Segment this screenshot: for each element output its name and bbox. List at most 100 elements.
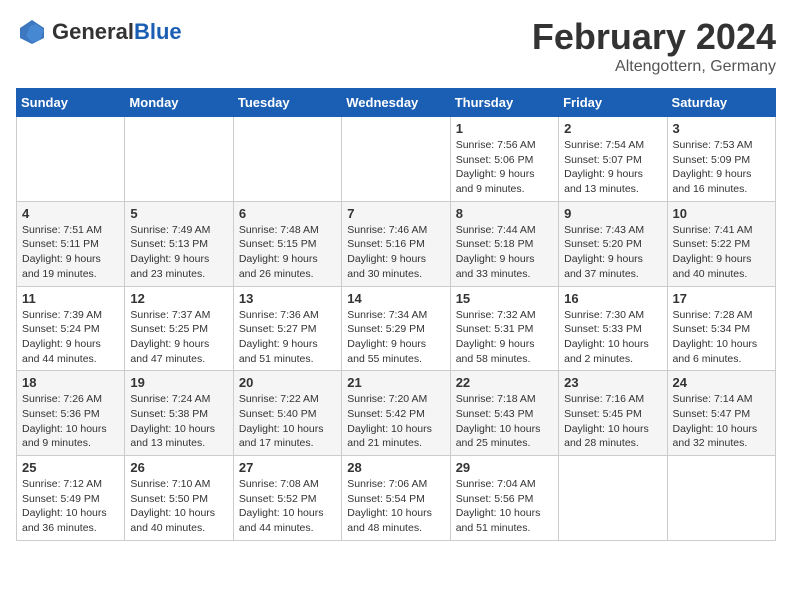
- day-number: 14: [347, 291, 444, 306]
- weekday-header-tuesday: Tuesday: [233, 89, 341, 117]
- day-cell: 16Sunrise: 7:30 AM Sunset: 5:33 PM Dayli…: [559, 286, 667, 371]
- day-cell: 29Sunrise: 7:04 AM Sunset: 5:56 PM Dayli…: [450, 456, 558, 541]
- day-number: 3: [673, 121, 770, 136]
- day-cell: 21 Sunrise: 7:20 AM Sunset: 5:42 PM Dayli…: [342, 371, 450, 456]
- day-number: 1: [456, 121, 553, 136]
- day-info: Sunrise: 7:34 AM Sunset: 5:29 PM Dayligh…: [347, 308, 444, 367]
- day-info: Sunrise: 7:10 AM Sunset: 5:50 PM Dayligh…: [130, 477, 227, 536]
- day-info: Sunrise: 7:12 AM Sunset: 5:49 PM Dayligh…: [22, 477, 119, 536]
- day-number: 9: [564, 206, 661, 221]
- title-block: February 2024 Altengottern, Germany: [532, 16, 776, 76]
- day-cell: 23 Sunrise: 7:16 AM Sunset: 5:45 PM Dayli…: [559, 371, 667, 456]
- day-cell: 17 Sunrise: 7:28 AM Sunset: 5:34 PM Dayli…: [667, 286, 775, 371]
- day-cell: 22 Sunrise: 7:18 AM Sunset: 5:43 PM Dayli…: [450, 371, 558, 456]
- day-info: Sunrise: 7:49 AM Sunset: 5:13 PM Dayligh…: [130, 223, 227, 282]
- day-cell: 5 Sunrise: 7:49 AM Sunset: 5:13 PM Daylig…: [125, 201, 233, 286]
- day-number: 23: [564, 375, 661, 390]
- day-cell: 19Sunrise: 7:24 AM Sunset: 5:38 PM Dayli…: [125, 371, 233, 456]
- month-title: February 2024: [532, 16, 776, 58]
- weekday-header-thursday: Thursday: [450, 89, 558, 117]
- day-cell: 3 Sunrise: 7:53 AM Sunset: 5:09 PM Daylig…: [667, 117, 775, 202]
- day-number: 17: [673, 291, 770, 306]
- day-number: 18: [22, 375, 119, 390]
- day-number: 6: [239, 206, 336, 221]
- day-number: 22: [456, 375, 553, 390]
- day-cell: 11 Sunrise: 7:39 AM Sunset: 5:24 PM Dayli…: [17, 286, 125, 371]
- day-cell: 18 Sunrise: 7:26 AM Sunset: 5:36 PM Dayli…: [17, 371, 125, 456]
- day-cell: 6 Sunrise: 7:48 AM Sunset: 5:15 PM Daylig…: [233, 201, 341, 286]
- day-cell: 8 Sunrise: 7:44 AM Sunset: 5:18 PM Daylig…: [450, 201, 558, 286]
- day-info: Sunrise: 7:18 AM Sunset: 5:43 PM Dayligh…: [456, 392, 553, 451]
- logo: General Blue: [16, 16, 182, 48]
- weekday-header-friday: Friday: [559, 89, 667, 117]
- weekday-header-saturday: Saturday: [667, 89, 775, 117]
- day-cell: [342, 117, 450, 202]
- weekday-header-wednesday: Wednesday: [342, 89, 450, 117]
- day-cell: [233, 117, 341, 202]
- day-number: 2: [564, 121, 661, 136]
- day-info: Sunrise: 7:22 AM Sunset: 5:40 PM Dayligh…: [239, 392, 336, 451]
- weekday-header-sunday: Sunday: [17, 89, 125, 117]
- day-number: 13: [239, 291, 336, 306]
- day-cell: 7 Sunrise: 7:46 AM Sunset: 5:16 PM Daylig…: [342, 201, 450, 286]
- day-cell: 1 Sunrise: 7:56 AM Sunset: 5:06 PM Daylig…: [450, 117, 558, 202]
- day-number: 10: [673, 206, 770, 221]
- week-row-4: 18 Sunrise: 7:26 AM Sunset: 5:36 PM Dayli…: [17, 371, 776, 456]
- day-info: Sunrise: 7:53 AM Sunset: 5:09 PM Dayligh…: [673, 138, 770, 197]
- day-info: Sunrise: 7:30 AM Sunset: 5:33 PM Dayligh…: [564, 308, 661, 367]
- day-info: Sunrise: 7:39 AM Sunset: 5:24 PM Dayligh…: [22, 308, 119, 367]
- day-cell: 26 Sunrise: 7:10 AM Sunset: 5:50 PM Dayli…: [125, 456, 233, 541]
- day-info: Sunrise: 7:26 AM Sunset: 5:36 PM Dayligh…: [22, 392, 119, 451]
- day-number: 11: [22, 291, 119, 306]
- day-info: Sunrise: 7:16 AM Sunset: 5:45 PM Dayligh…: [564, 392, 661, 451]
- day-info: Sunrise: 7:46 AM Sunset: 5:16 PM Dayligh…: [347, 223, 444, 282]
- day-cell: 20 Sunrise: 7:22 AM Sunset: 5:40 PM Dayli…: [233, 371, 341, 456]
- day-cell: 9 Sunrise: 7:43 AM Sunset: 5:20 PM Daylig…: [559, 201, 667, 286]
- weekday-header-row: SundayMondayTuesdayWednesdayThursdayFrid…: [17, 89, 776, 117]
- day-number: 4: [22, 206, 119, 221]
- day-cell: 15Sunrise: 7:32 AM Sunset: 5:31 PM Dayli…: [450, 286, 558, 371]
- day-cell: 24 Sunrise: 7:14 AM Sunset: 5:47 PM Dayli…: [667, 371, 775, 456]
- day-info: Sunrise: 7:43 AM Sunset: 5:20 PM Dayligh…: [564, 223, 661, 282]
- day-cell: [559, 456, 667, 541]
- day-number: 27: [239, 460, 336, 475]
- day-number: 21: [347, 375, 444, 390]
- day-cell: [667, 456, 775, 541]
- logo-icon: [16, 16, 48, 48]
- day-info: Sunrise: 7:28 AM Sunset: 5:34 PM Dayligh…: [673, 308, 770, 367]
- logo-blue: Blue: [134, 20, 182, 44]
- day-number: 5: [130, 206, 227, 221]
- calendar-table: SundayMondayTuesdayWednesdayThursdayFrid…: [16, 88, 776, 541]
- day-info: Sunrise: 7:14 AM Sunset: 5:47 PM Dayligh…: [673, 392, 770, 451]
- day-info: Sunrise: 7:20 AM Sunset: 5:42 PM Dayligh…: [347, 392, 444, 451]
- day-cell: 25Sunrise: 7:12 AM Sunset: 5:49 PM Dayli…: [17, 456, 125, 541]
- day-cell: [125, 117, 233, 202]
- day-info: Sunrise: 7:51 AM Sunset: 5:11 PM Dayligh…: [22, 223, 119, 282]
- day-number: 7: [347, 206, 444, 221]
- day-cell: 12 Sunrise: 7:37 AM Sunset: 5:25 PM Dayli…: [125, 286, 233, 371]
- day-info: Sunrise: 7:36 AM Sunset: 5:27 PM Dayligh…: [239, 308, 336, 367]
- day-info: Sunrise: 7:54 AM Sunset: 5:07 PM Dayligh…: [564, 138, 661, 197]
- day-number: 15: [456, 291, 553, 306]
- day-info: Sunrise: 7:48 AM Sunset: 5:15 PM Dayligh…: [239, 223, 336, 282]
- week-row-5: 25Sunrise: 7:12 AM Sunset: 5:49 PM Dayli…: [17, 456, 776, 541]
- day-number: 24: [673, 375, 770, 390]
- day-info: Sunrise: 7:37 AM Sunset: 5:25 PM Dayligh…: [130, 308, 227, 367]
- day-number: 20: [239, 375, 336, 390]
- day-cell: 10 Sunrise: 7:41 AM Sunset: 5:22 PM Dayli…: [667, 201, 775, 286]
- day-info: Sunrise: 7:06 AM Sunset: 5:54 PM Dayligh…: [347, 477, 444, 536]
- day-info: Sunrise: 7:41 AM Sunset: 5:22 PM Dayligh…: [673, 223, 770, 282]
- day-number: 29: [456, 460, 553, 475]
- day-number: 28: [347, 460, 444, 475]
- day-cell: 2 Sunrise: 7:54 AM Sunset: 5:07 PM Daylig…: [559, 117, 667, 202]
- day-info: Sunrise: 7:08 AM Sunset: 5:52 PM Dayligh…: [239, 477, 336, 536]
- day-number: 8: [456, 206, 553, 221]
- day-cell: 28 Sunrise: 7:06 AM Sunset: 5:54 PM Dayli…: [342, 456, 450, 541]
- day-number: 26: [130, 460, 227, 475]
- day-info: Sunrise: 7:56 AM Sunset: 5:06 PM Dayligh…: [456, 138, 553, 197]
- page-header: General Blue February 2024 Altengottern,…: [16, 16, 776, 76]
- day-number: 12: [130, 291, 227, 306]
- day-cell: 27 Sunrise: 7:08 AM Sunset: 5:52 PM Dayli…: [233, 456, 341, 541]
- day-info: Sunrise: 7:44 AM Sunset: 5:18 PM Dayligh…: [456, 223, 553, 282]
- day-info: Sunrise: 7:24 AM Sunset: 5:38 PM Dayligh…: [130, 392, 227, 451]
